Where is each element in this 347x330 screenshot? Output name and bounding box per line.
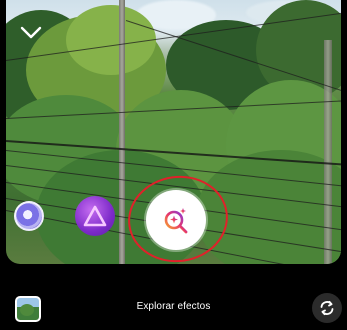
neon-triangle-effect-icon[interactable] — [75, 196, 115, 236]
chevron-down-icon[interactable] — [20, 26, 42, 40]
camera-screen: Explorar efectos — [0, 0, 347, 330]
camera-flip-icon — [320, 300, 334, 316]
bottom-bar — [0, 264, 347, 330]
effect-bubble-icon[interactable] — [14, 201, 44, 231]
triangle-icon — [83, 205, 107, 227]
camera-flip-button[interactable] — [312, 293, 342, 323]
utility-pole — [119, 0, 125, 264]
explore-effects-label[interactable]: Explorar efectos — [0, 301, 347, 312]
utility-pole — [324, 40, 332, 264]
